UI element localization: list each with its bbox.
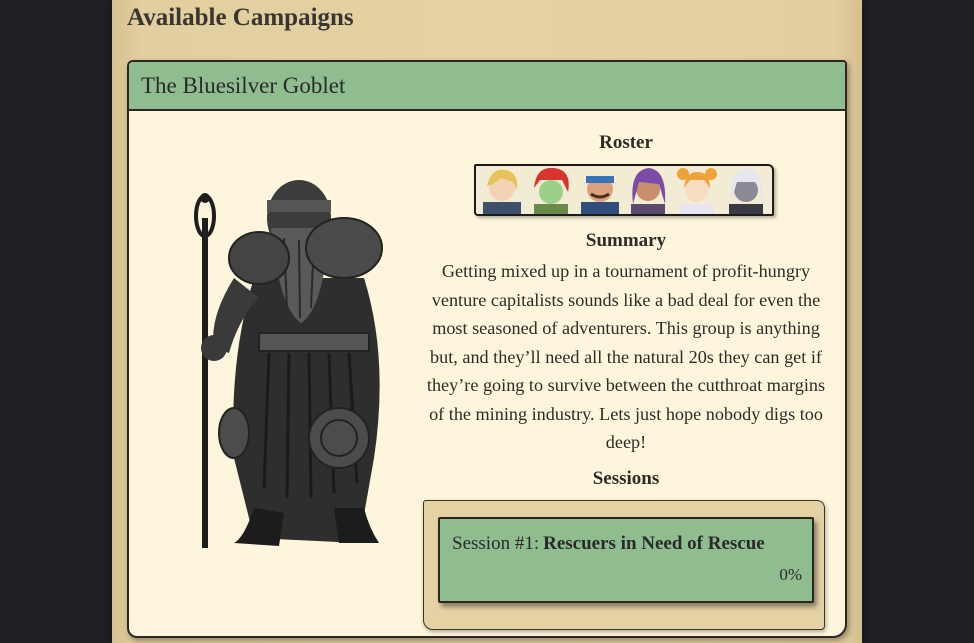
dwarf-portrait-icon [194,180,383,548]
mustached-bandana-avatar-icon[interactable] [577,164,623,214]
orange-pigtails-girl-avatar-icon[interactable] [674,164,720,214]
red-haired-goblin-avatar-icon[interactable] [528,164,574,214]
blonde-adventurer-avatar-icon[interactable] [479,164,525,214]
purple-haired-woman-avatar-icon[interactable] [625,164,671,214]
roster-strip [474,164,774,216]
campaign-header[interactable]: The Bluesilver Goblet [129,62,845,111]
session-name: Rescuers in Need of Rescue [543,533,765,554]
campaigns-page: Available Campaigns The Bluesilver Goble… [112,0,862,643]
sessions-list: Session #1: Rescuers in Need of Rescue 0% [423,500,825,630]
session-card[interactable]: Session #1: Rescuers in Need of Rescue 0% [438,517,814,603]
sessions-label: Sessions [592,468,660,489]
session-title: Session #1: Rescuers in Need of Rescue [452,533,765,555]
session-number: Session #1: [452,533,540,554]
roster-label: Roster [599,132,653,153]
white-haired-elf-avatar-icon[interactable] [723,164,769,214]
campaign-title: The Bluesilver Goblet [141,72,346,98]
session-progress: 0% [779,565,802,584]
summary-label: Summary [585,230,667,251]
campaign-summary: Getting mixed up in a tournament of prof… [426,261,826,452]
page-title: Available Campaigns [127,4,354,31]
campaign-card[interactable]: The Bluesilver Goblet Roster Summary Get… [127,60,847,638]
